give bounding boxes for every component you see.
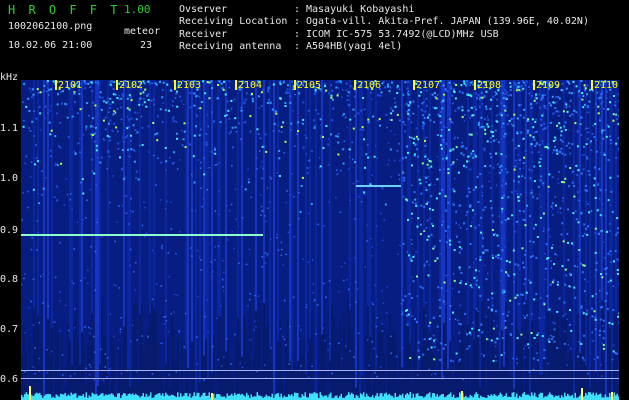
time-label-2105: 2105 bbox=[297, 80, 322, 91]
receiver-value: ICOM IC-575 53.7492(@LCD)MHz USB bbox=[306, 29, 499, 40]
app-brand: H R O F F T bbox=[8, 3, 121, 17]
y-label-0-9: 0.9 bbox=[0, 225, 19, 236]
time-label-2106: 2106 bbox=[357, 80, 382, 91]
time-label-2109: 2109 bbox=[536, 80, 561, 91]
time-tick bbox=[591, 80, 593, 90]
time-label-2102: 2102 bbox=[119, 80, 144, 91]
time-label-2107: 2107 bbox=[416, 80, 441, 91]
time-tick bbox=[413, 80, 415, 90]
time-label-2103: 2103 bbox=[177, 80, 202, 91]
antenna-sep: : bbox=[294, 41, 301, 52]
reference-line bbox=[21, 370, 619, 371]
observer-sep: : bbox=[294, 4, 301, 15]
time-tick bbox=[55, 80, 57, 90]
hroft-window: H R O F F T 1.00 1002062100.png meteor 1… bbox=[0, 0, 629, 400]
time-tick bbox=[294, 80, 296, 90]
receiver-key: Receiver bbox=[179, 29, 228, 40]
time-tick bbox=[354, 80, 356, 90]
receiver-sep: : bbox=[294, 29, 301, 40]
time-label-2108: 2108 bbox=[477, 80, 502, 91]
time-tick bbox=[116, 80, 118, 90]
time-label-2110: 2110 bbox=[594, 80, 619, 91]
y-label-0-8: 0.8 bbox=[0, 274, 19, 285]
time-tick bbox=[474, 80, 476, 90]
capture-datetime: 10.02.06 21:00 bbox=[8, 40, 93, 51]
app-version: 1.00 bbox=[124, 3, 151, 16]
antenna-key: Receiving antenna bbox=[179, 41, 282, 52]
y-label-0-7: 0.7 bbox=[0, 324, 19, 335]
carrier-line bbox=[21, 234, 263, 236]
time-tick bbox=[174, 80, 176, 90]
meteor-label: meteor bbox=[124, 26, 161, 37]
location-key: Receiving Location bbox=[179, 16, 288, 27]
carrier-line-secondary bbox=[356, 185, 401, 187]
antenna-value: A504HB(yagi 4el) bbox=[306, 41, 403, 52]
y-label-0-6: 0.6 bbox=[0, 374, 19, 385]
time-label-2101: 2101 bbox=[58, 80, 83, 91]
meteor-count: 23 bbox=[140, 40, 153, 51]
time-tick bbox=[533, 80, 535, 90]
spectrogram bbox=[21, 80, 619, 400]
y-label-1-0: 1.0 bbox=[0, 173, 19, 184]
image-filename: 1002062100.png bbox=[8, 21, 93, 32]
reference-line bbox=[21, 378, 619, 379]
y-axis-unit: kHz bbox=[0, 72, 19, 83]
location-value: Ogata-vill. Akita-Pref. JAPAN (139.96E, … bbox=[306, 16, 589, 27]
location-sep: : bbox=[294, 16, 301, 27]
observer-key: Ovserver bbox=[179, 4, 228, 15]
observer-value: Masayuki Kobayashi bbox=[306, 4, 415, 15]
y-label-1-1: 1.1 bbox=[0, 123, 19, 134]
time-tick bbox=[235, 80, 237, 90]
time-label-2104: 2104 bbox=[238, 80, 263, 91]
